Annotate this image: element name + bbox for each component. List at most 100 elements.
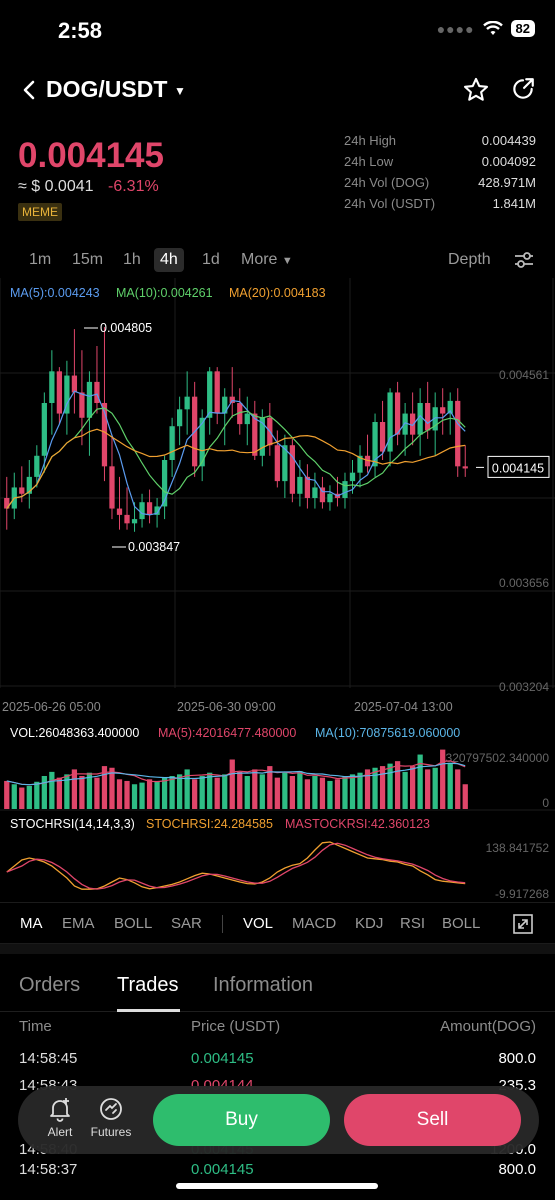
candle-body [349,472,356,482]
volume-bar [447,762,453,809]
volume-bar [11,784,17,809]
stochrsi-line [6,841,466,890]
stat-value: 0.004092 [481,154,536,169]
ma-legend-item: MA(10):0.004261 [116,286,213,300]
volume-bar [462,784,468,809]
tab-trades[interactable]: Trades [117,974,179,997]
candle-body [79,392,85,418]
candle-body [169,426,175,460]
indicator-rsi[interactable]: RSI [400,915,425,932]
indicator-vol[interactable]: VOL [243,915,273,932]
bottom-tabs: Orders Trades Information [0,962,555,1012]
volume-bar [116,779,123,809]
buy-button[interactable]: Buy [153,1094,330,1146]
candle-body [394,392,401,435]
ma-legend-item: MA(5):0.004243 [10,286,100,300]
candle-body [244,413,250,425]
tab-information[interactable]: Information [213,974,313,997]
indicator-ma[interactable]: MA [20,915,43,932]
vol-axis-label: 320797502.340000 [446,751,550,765]
back-icon[interactable] [18,78,42,102]
trade-time: 14:58:45 [19,1050,78,1067]
candle-body [409,413,416,435]
volume-bar [440,749,446,809]
candle-body [116,508,123,515]
futures-button[interactable]: Futures [85,1096,137,1139]
volume-bar [372,767,378,809]
pair-title[interactable]: DOG/USDT [46,76,167,103]
candle-body [462,466,468,469]
stat-row: 24h High 0.004439 [344,133,536,154]
timeframe-1m[interactable]: 1m [23,248,57,272]
indicator-sar[interactable]: SAR [171,915,202,932]
trade-time: 14:58:37 [19,1161,78,1178]
fiat-price: ≈ $ 0.0041 [18,178,94,195]
category-tag[interactable]: MEME [18,203,62,221]
indicator-ema[interactable]: EMA [62,915,95,932]
volume-bar [297,771,303,809]
share-icon[interactable] [510,76,536,102]
candle-body [327,493,333,503]
volume-bar [319,777,326,809]
wifi-icon [482,20,503,35]
volume-bar [26,785,32,809]
favorite-star-icon[interactable] [462,76,490,104]
alert-label: Alert [47,1125,73,1139]
status-time: 2:58 [58,18,103,43]
volume-bar [154,780,160,809]
chart-settings-icon[interactable] [513,250,535,270]
indicator-kdj[interactable]: KDJ [355,915,383,932]
volume-bar [131,784,138,809]
alert-button[interactable]: Alert [35,1096,85,1139]
futures-icon [100,1098,122,1120]
timeframe-1h[interactable]: 1h [117,248,147,272]
date-axis-label: 2025-07-04 13:00 [354,700,453,714]
candlestick-chart[interactable]: MA(5):0.004243 MA(10):0.004261 MA(20):0.00… [0,278,555,898]
futures-label: Futures [90,1125,132,1139]
trade-amount: 800.0 [498,1050,536,1067]
tab-orders[interactable]: Orders [19,974,80,997]
bell-icon [50,1098,70,1122]
timeframe-4h[interactable]: 4h [154,248,184,272]
stat-label: 24h High [344,133,397,148]
candle-body [207,371,213,418]
candle-body [297,476,303,494]
volume-bar [349,774,356,809]
volume-bar [425,769,431,809]
volume-bar [237,771,243,809]
candle-body [184,396,190,410]
indicator-macd[interactable]: MACD [292,915,336,932]
stoch-axis-label: -9.917268 [495,887,549,898]
stat-label: 24h Vol (DOG) [344,175,430,190]
volume-bar [252,769,258,809]
depth-tab[interactable]: Depth [442,248,497,272]
fullscreen-icon[interactable] [512,913,534,935]
timeframe-more-label: More [241,251,278,268]
vol-axis-label: 0 [542,796,549,810]
candle-body [229,396,235,403]
candle-body [274,445,280,482]
volume-bar [207,772,213,809]
timeframe-1d[interactable]: 1d [196,248,226,272]
price-axis-label: 0.003656 [499,576,549,590]
signal-dots-icon: ●●●● [436,20,475,37]
trades-header-time: Time [19,1018,52,1035]
indicator-divider [222,915,223,933]
volume-bar [169,776,175,809]
vol-legend-item: MA(10):70875619.060000 [315,726,460,740]
timeframe-15m[interactable]: 15m [66,248,109,272]
timeframe-more[interactable]: More ▼ [235,248,299,272]
price-axis-label: 0.003204 [499,680,549,694]
pair-dropdown-icon[interactable]: ▼ [174,84,186,98]
volume-bar [334,779,341,809]
indicator-boll-sub[interactable]: BOLL [442,915,480,932]
candle-body [402,413,408,435]
indicator-boll[interactable]: BOLL [114,915,152,932]
high-marker-label: 0.004805 [100,321,152,335]
candle-body [71,375,78,393]
candle-body [19,487,25,494]
stoch-axis-label: 138.841752 [486,841,550,855]
volume-bar [214,777,220,809]
date-axis-label: 2025-06-26 05:00 [2,700,101,714]
sell-button[interactable]: Sell [344,1094,521,1146]
